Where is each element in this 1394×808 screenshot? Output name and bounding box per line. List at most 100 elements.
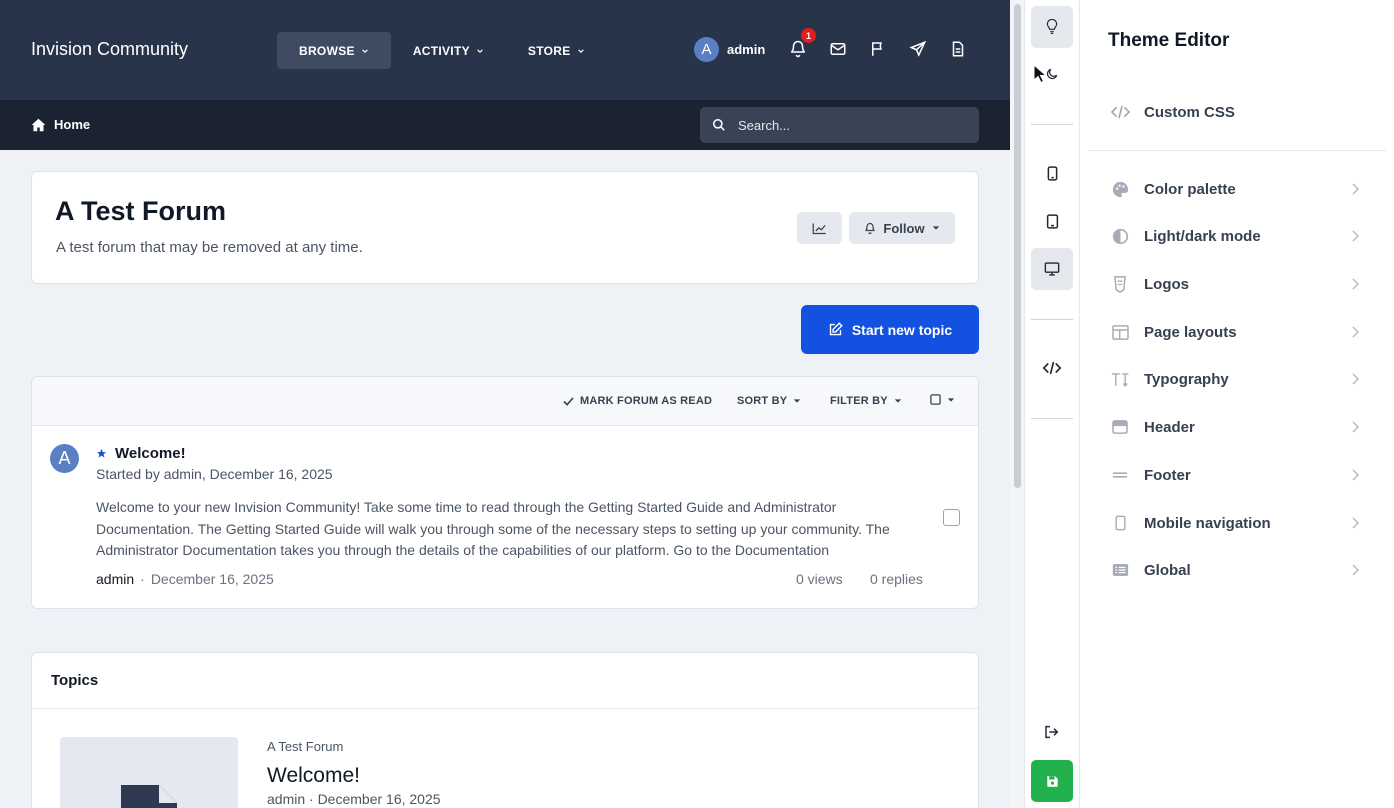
file-placeholder-icon [121, 785, 177, 808]
start-new-topic-button[interactable]: Start new topic [801, 305, 979, 354]
search-box[interactable] [700, 107, 979, 143]
envelope-icon[interactable] [829, 40, 847, 58]
code-button[interactable] [1031, 347, 1073, 389]
editor-item-label: Typography [1144, 370, 1229, 388]
chevron-right-icon [1352, 469, 1360, 481]
search-input[interactable] [738, 117, 958, 133]
theme-editor-panel: Theme Editor Custom CSS Color palette Li… [1080, 0, 1394, 808]
checkbox-icon [930, 394, 941, 405]
mobile-preview-button[interactable] [1031, 152, 1073, 194]
topic-title: Welcome! [115, 445, 186, 462]
topic-forum-name[interactable]: A Test Forum [267, 739, 343, 754]
editor-item-mobile-navigation[interactable]: Mobile navigation [1110, 511, 1360, 535]
editor-toolbar [1025, 0, 1080, 808]
user-menu[interactable]: A admin [694, 37, 765, 62]
topic-author[interactable]: admin [96, 571, 134, 587]
editor-item-footer[interactable]: Footer [1110, 463, 1360, 487]
exit-editor-button[interactable] [1031, 711, 1073, 753]
site-header: Invision Community BROWSE ACTIVITY STORE… [0, 0, 1010, 100]
bell-icon[interactable] [789, 40, 807, 58]
scrollbar-thumb[interactable] [1014, 4, 1021, 488]
editor-item-page-layouts[interactable]: Page layouts [1110, 320, 1360, 344]
logo-icon [1110, 274, 1130, 294]
code-icon [1043, 361, 1061, 375]
sort-by-label: SORT BY [737, 395, 788, 407]
topic-select-checkbox[interactable] [943, 509, 960, 526]
paper-plane-icon[interactable] [909, 40, 927, 58]
preview-scrollbar[interactable] [1010, 0, 1025, 808]
editor-item-color-palette[interactable]: Color palette [1110, 177, 1360, 201]
mark-forum-read-button[interactable]: MARK FORUM AS READ [563, 395, 712, 407]
custom-css-item[interactable]: Custom CSS [1110, 100, 1360, 124]
desktop-preview-button[interactable] [1031, 248, 1073, 290]
topic-title-link[interactable]: Welcome! [96, 445, 186, 462]
chevron-right-icon [1352, 183, 1360, 195]
site-brand[interactable]: Invision Community [31, 39, 188, 60]
bell-icon [865, 222, 876, 234]
main-nav: BROWSE ACTIVITY STORE [277, 32, 607, 69]
caret-down-icon [947, 397, 955, 402]
nav-activity[interactable]: ACTIVITY [391, 32, 506, 69]
theme-editor-title: Theme Editor [1108, 30, 1230, 51]
forum-description: A test forum that may be removed at any … [56, 239, 363, 256]
document-icon[interactable] [949, 40, 967, 58]
divider [1089, 150, 1386, 151]
editor-item-label: Logos [1144, 275, 1189, 293]
mark-forum-read-label: MARK FORUM AS READ [580, 395, 713, 407]
follow-button[interactable]: Follow [849, 212, 955, 244]
search-icon [712, 118, 725, 131]
mobile-icon [1047, 165, 1057, 181]
breadcrumb[interactable]: Home [31, 117, 90, 132]
topics-heading: Topics [51, 672, 99, 689]
mouse-cursor-icon [1033, 64, 1047, 84]
tips-button[interactable] [1031, 6, 1073, 48]
divider [1031, 418, 1073, 419]
nav-browse[interactable]: BROWSE [277, 32, 391, 69]
tablet-preview-button[interactable] [1031, 200, 1073, 242]
filter-by-button[interactable]: FILTER BY [830, 395, 902, 407]
topic-views: 0 views [796, 571, 843, 587]
editor-item-label: Page layouts [1144, 323, 1237, 341]
separator-dot: · [140, 571, 145, 587]
editor-item-typography[interactable]: Typography [1110, 367, 1360, 391]
mobile-icon [1110, 513, 1130, 533]
topic-date: December 16, 2025 [150, 571, 274, 587]
chevron-right-icon [1352, 326, 1360, 338]
editor-item-header[interactable]: Header [1110, 415, 1360, 439]
app-window: Invision Community BROWSE ACTIVITY STORE… [0, 0, 1394, 808]
lightbulb-icon [1046, 19, 1058, 34]
editor-item-logos[interactable]: Logos [1110, 272, 1360, 296]
nav-store[interactable]: STORE [506, 32, 607, 69]
topic-author-avatar[interactable]: A [50, 444, 79, 473]
editor-item-label: Footer [1144, 466, 1191, 484]
topic-card-title[interactable]: Welcome! [267, 764, 360, 788]
multi-select-button[interactable] [930, 394, 955, 405]
forum-header-card: A Test Forum A test forum that may be re… [31, 171, 979, 284]
analytics-button[interactable] [797, 212, 842, 244]
sort-by-button[interactable]: SORT BY [737, 395, 801, 407]
nav-browse-label: BROWSE [299, 43, 355, 58]
edit-icon [829, 322, 843, 336]
contrast-icon [1110, 226, 1130, 246]
nav-store-label: STORE [527, 43, 571, 58]
layout-icon [1110, 322, 1130, 342]
topic-list-toolbar: MARK FORUM AS READ SORT BY FILTER BY [32, 377, 978, 426]
topic-started-by: Started by admin, December 16, 2025 [96, 466, 333, 482]
custom-css-label: Custom CSS [1144, 103, 1235, 121]
filter-by-label: FILTER BY [830, 395, 888, 407]
topic-thumbnail[interactable] [60, 737, 238, 808]
site-preview: Invision Community BROWSE ACTIVITY STORE… [0, 0, 1010, 808]
editor-item-light-dark-mode[interactable]: Light/dark mode [1110, 224, 1360, 248]
code-icon [1110, 102, 1130, 122]
caret-down-icon [794, 399, 801, 403]
chevron-down-icon [477, 48, 483, 53]
topic-excerpt: Welcome to your new Invision Community! … [96, 499, 890, 558]
start-new-topic-label: Start new topic [851, 321, 953, 338]
editor-item-global[interactable]: Global [1110, 558, 1360, 582]
flag-icon[interactable] [869, 40, 887, 58]
floppy-disk-icon [1046, 775, 1058, 787]
topics-widget: Topics A Test Forum Welcome! admin · Dec… [31, 652, 979, 808]
notification-badge: 1 [801, 28, 816, 43]
save-button[interactable] [1031, 760, 1073, 802]
chevron-right-icon [1352, 278, 1360, 290]
